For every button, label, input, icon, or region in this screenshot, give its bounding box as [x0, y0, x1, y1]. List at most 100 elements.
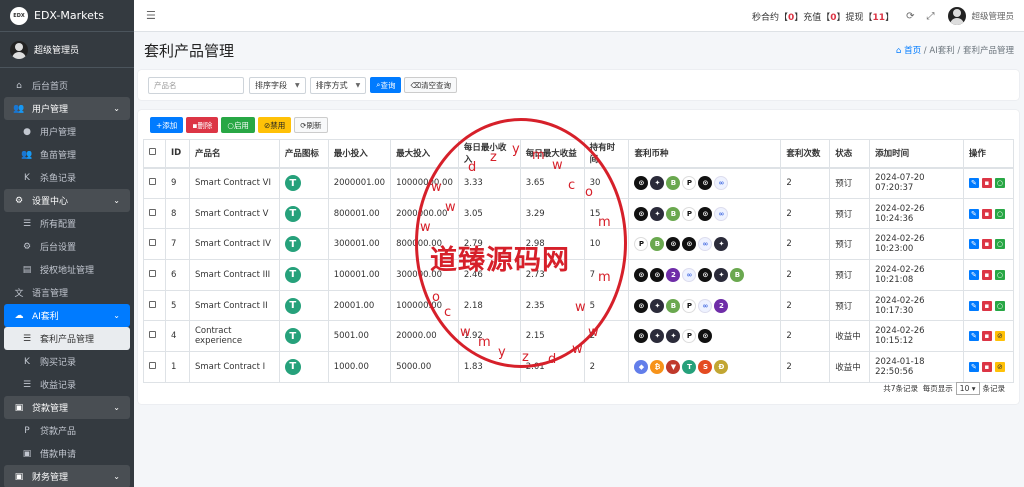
menu-toggle-icon[interactable]: ☰	[146, 9, 156, 22]
edit-icon[interactable]: ✎	[968, 300, 979, 311]
notify-text[interactable]: 秒合约【0】充值【0】提现【11】	[752, 10, 894, 23]
sort-way-select[interactable]: 排序方式 ▼	[309, 76, 367, 94]
list-icon: ☰	[22, 333, 32, 344]
delete-button[interactable]: ▪ 删除	[186, 117, 219, 133]
row-checkbox[interactable]	[149, 361, 156, 369]
status-cell: 预订	[829, 259, 871, 291]
add-button[interactable]: + 添加	[150, 117, 184, 133]
disable-icon[interactable]: ⊘	[994, 331, 1005, 342]
row-checkbox[interactable]	[149, 300, 156, 308]
fullscreen-icon[interactable]: ⤢	[926, 11, 934, 22]
actions-cell: ✎ ▪ ○	[962, 167, 1015, 199]
sidebar-item-13[interactable]: ☰ 收益记录	[0, 373, 134, 396]
sidebar-item-10[interactable]: ☁ AI套利 ⌄	[4, 304, 130, 327]
delete-icon[interactable]: ▪	[981, 208, 992, 219]
checkbox-cell[interactable]	[143, 320, 166, 353]
dmax-cell: 2.01	[519, 351, 585, 383]
enable-icon[interactable]: ○	[994, 239, 1005, 250]
delete-icon[interactable]: ▪	[981, 269, 992, 280]
sidebar-item-2[interactable]: ● 用户管理	[0, 120, 134, 143]
enable-button[interactable]: ○ 启用	[221, 117, 255, 133]
table-row[interactable]: 1 Smart Contract I T 1000.00 5000.00 1.83 2.01…	[143, 351, 1015, 383]
delete-icon[interactable]: ▪	[981, 300, 992, 311]
topbar-avatar[interactable]	[948, 7, 967, 25]
checkbox-cell[interactable]	[143, 289, 166, 322]
edit-icon[interactable]: ✎	[968, 361, 979, 372]
status-cell: 预订	[829, 197, 871, 230]
row-checkbox[interactable]	[149, 331, 156, 339]
edit-icon[interactable]: ✎	[968, 331, 979, 342]
enable-icon[interactable]: ○	[994, 178, 1005, 189]
query-button[interactable]: ⌕ 查询	[370, 77, 402, 93]
refresh-button[interactable]: ⟳ 刷新	[294, 117, 328, 133]
clear-query-button[interactable]: ⌫ 清空查询	[404, 77, 458, 93]
edit-icon[interactable]: ✎	[968, 239, 979, 250]
table-row[interactable]: 8 Smart Contract V T 800001.00 2000000.00 3.0…	[143, 197, 1015, 230]
row-checkbox[interactable]	[149, 208, 156, 216]
disable-button[interactable]: ⊘ 禁用	[257, 117, 292, 133]
breadcrumb-mid[interactable]: AI套利	[929, 46, 954, 56]
brand[interactable]: EDX EDX-Markets	[0, 0, 134, 32]
sidebar-item-label: 用户管理	[32, 105, 69, 115]
delete-icon[interactable]: ▪	[981, 331, 992, 342]
min-cell: 2000001.00	[327, 167, 392, 199]
checkbox-cell[interactable]	[143, 197, 166, 230]
product-name-input[interactable]: 产品名	[148, 76, 244, 94]
select-all-checkbox[interactable]	[149, 148, 156, 156]
sidebar-item-6[interactable]: ☰ 所有配置	[0, 212, 134, 235]
edit-icon[interactable]: ✎	[968, 269, 979, 280]
refresh-icon[interactable]: ⟳	[906, 11, 914, 22]
coin-icon: ⊙	[698, 267, 713, 282]
sidebar-item-1[interactable]: 👥 用户管理 ⌄	[4, 97, 130, 120]
breadcrumb-home[interactable]: ⌂ 首页	[896, 46, 921, 56]
status-cell: 预订	[829, 289, 871, 322]
sidebar-user[interactable]: 超级管理员	[0, 32, 134, 68]
sidebar-item-11[interactable]: ☰ 套利产品管理	[4, 327, 130, 350]
sidebar-item-5[interactable]: ⚙ 设置中心 ⌄	[4, 189, 130, 212]
topbar-username[interactable]: 超级管理员	[971, 10, 1014, 22]
sidebar-item-17[interactable]: ▣ 财务管理 ⌄	[4, 465, 130, 487]
checkbox-cell[interactable]	[143, 259, 166, 291]
checkbox-cell[interactable]	[143, 167, 166, 199]
sidebar-item-3[interactable]: 👥 鱼苗管理	[0, 143, 134, 166]
time-cell: 2024-02-26 10:23:00	[869, 228, 964, 261]
edit-icon[interactable]: ✎	[968, 208, 979, 219]
table-row[interactable]: 6 Smart Contract III T 100001.00 300000.00 2.…	[143, 259, 1015, 291]
table-row[interactable]: 9 Smart Contract VI T 2000001.00 10000000.00…	[143, 167, 1015, 199]
enable-icon[interactable]: ○	[994, 300, 1005, 311]
sidebar-item-7[interactable]: ⚙ 后台设置	[0, 235, 134, 258]
sidebar-item-4[interactable]: K 杀鱼记录	[0, 166, 134, 189]
checkbox-cell[interactable]	[143, 351, 166, 383]
sidebar-item-12[interactable]: K 购买记录	[0, 350, 134, 373]
delete-icon[interactable]: ▪	[981, 178, 992, 189]
enable-icon[interactable]: ○	[994, 208, 1005, 219]
sidebar-item-0[interactable]: ⌂ 后台首页	[0, 74, 134, 97]
row-checkbox[interactable]	[149, 269, 156, 277]
sidebar-item-8[interactable]: ▤ 授权地址管理	[0, 258, 134, 281]
coin-icon: ◆	[634, 359, 649, 374]
coin-icon: ▼	[666, 359, 681, 374]
per-page-select[interactable]: 10 ▾	[955, 382, 980, 395]
coin-list: ⊙ ✦ ✦ P ⊙	[634, 329, 775, 344]
coin-icon: B	[666, 298, 681, 313]
enable-icon[interactable]: ○	[994, 269, 1005, 280]
sort-field-select[interactable]: 排序字段 ▼	[249, 76, 306, 94]
disable-icon[interactable]: ⊘	[994, 361, 1005, 372]
row-checkbox[interactable]	[149, 239, 156, 247]
sidebar-item-16[interactable]: ▣ 借款申请	[0, 442, 134, 465]
sidebar-item-15[interactable]: P 贷款产品	[0, 419, 134, 442]
sidebar-item-9[interactable]: 文语言管理	[0, 281, 134, 304]
dmin-cell: 2.79	[457, 228, 521, 261]
coin-icon: ∞	[698, 237, 713, 252]
row-checkbox[interactable]	[149, 178, 156, 186]
checkbox-cell[interactable]	[143, 228, 166, 261]
edit-icon[interactable]: ✎	[968, 178, 979, 189]
tether-icon: T	[284, 205, 301, 222]
coin-icon: ⊙	[682, 237, 697, 252]
table-row[interactable]: 5 Smart Contract II T 20001.00 100000.00 2.18…	[143, 289, 1015, 322]
delete-icon[interactable]: ▪	[981, 361, 992, 372]
table-row[interactable]: 4 Contract experience T 5001.00 20000.00 1.92…	[143, 320, 1015, 353]
delete-icon[interactable]: ▪	[981, 239, 992, 250]
sidebar-item-14[interactable]: ▣ 贷款管理 ⌄	[4, 396, 130, 419]
table-row[interactable]: 7 Smart Contract IV T 300001.00 800000.00 2.7…	[143, 228, 1015, 261]
